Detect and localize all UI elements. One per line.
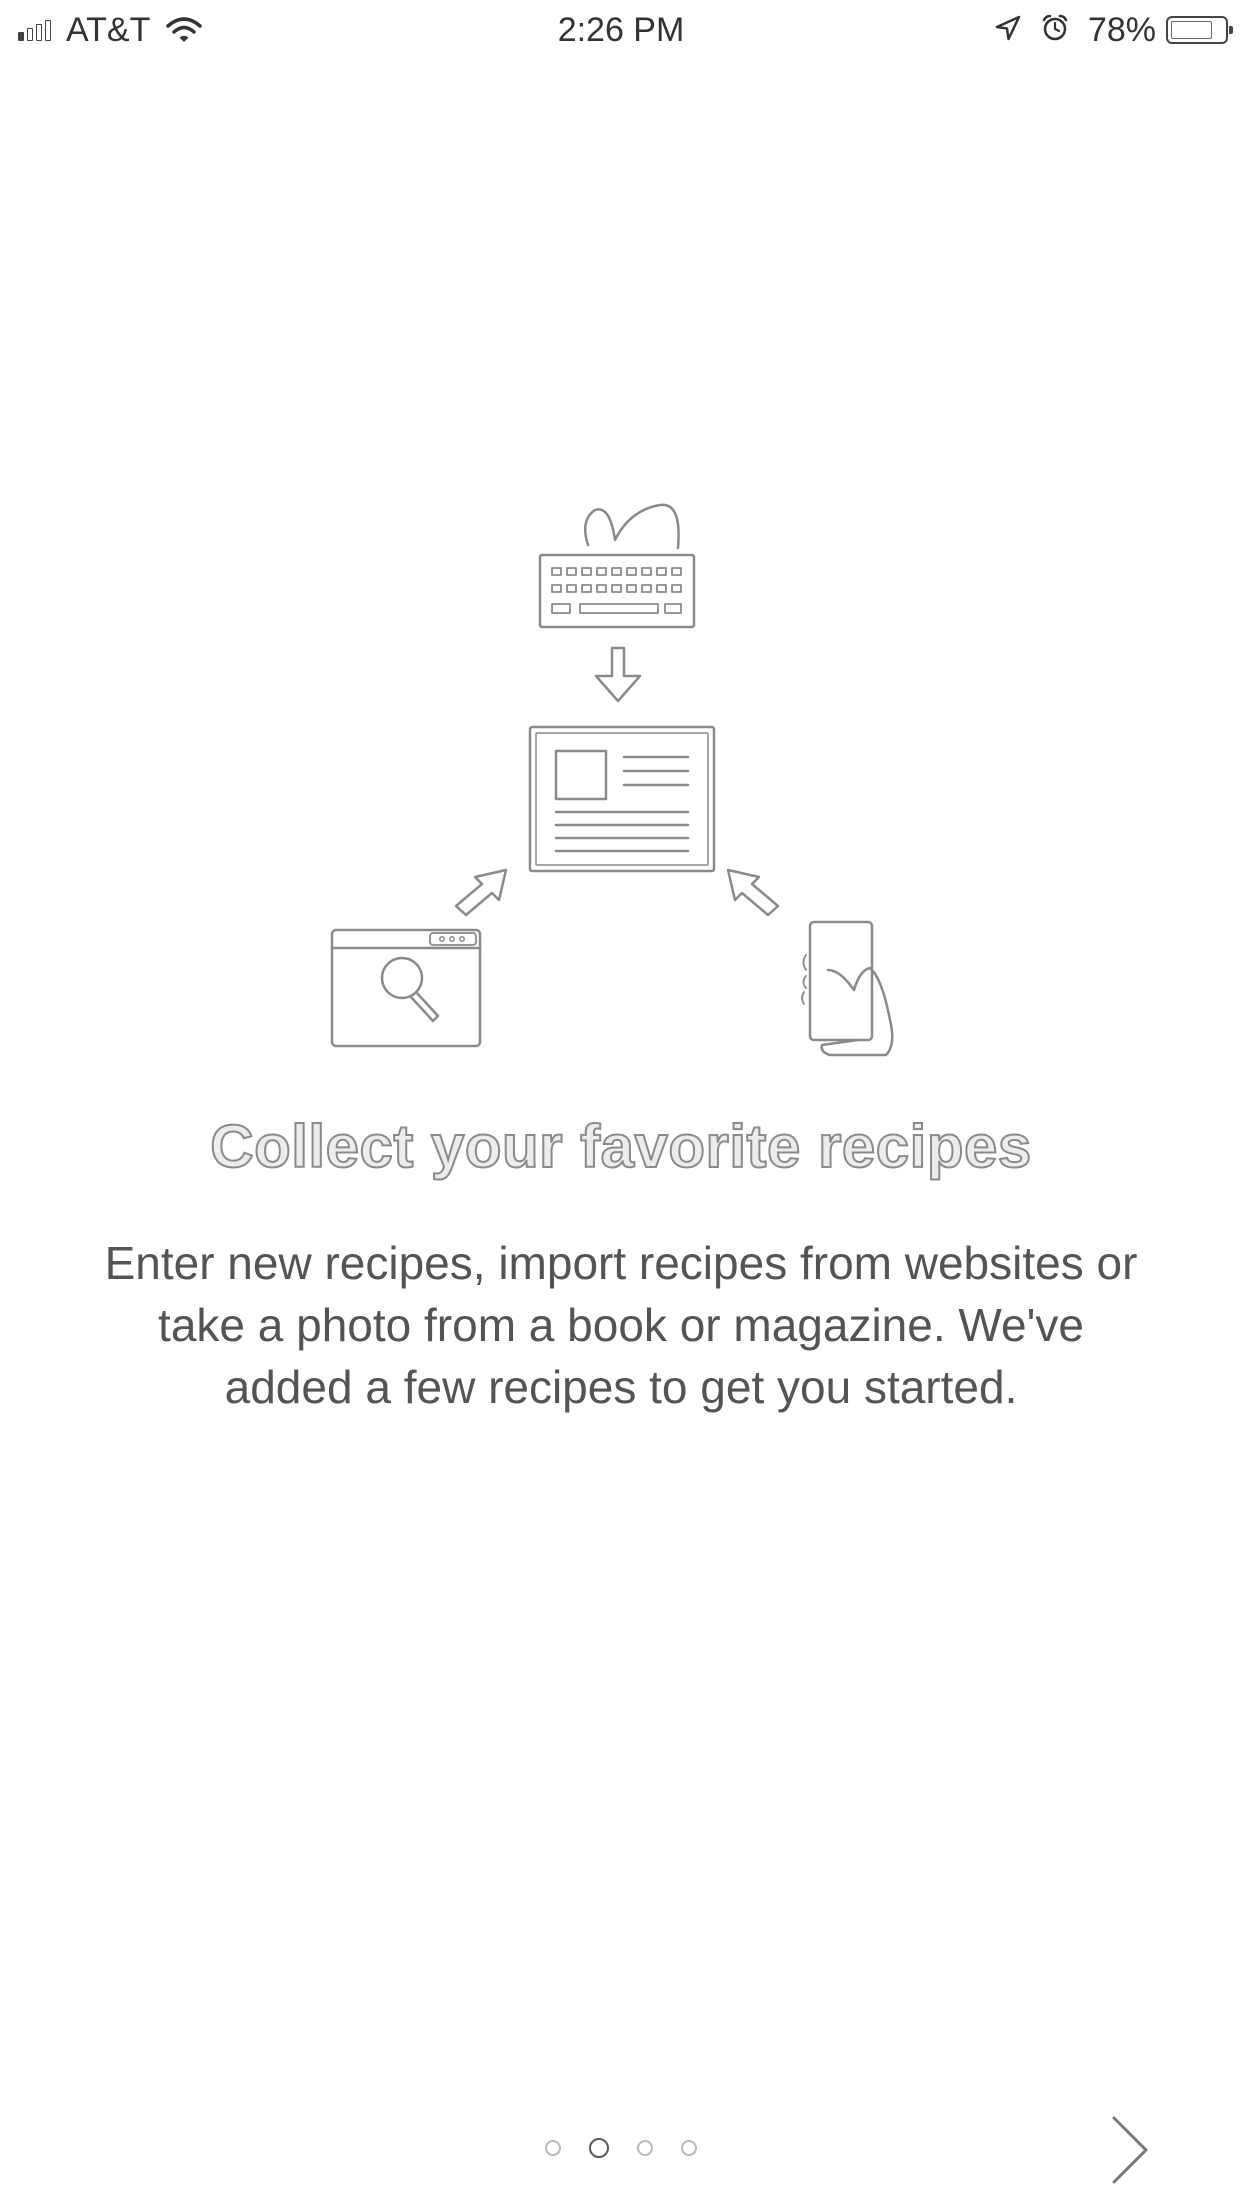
battery-level (1171, 21, 1212, 39)
status-right: 78% (994, 10, 1233, 50)
status-bar: AT&T 2:26 PM 78% (0, 0, 1242, 60)
page-dot-4[interactable] (681, 2140, 697, 2156)
arrow-up-right-icon (454, 868, 508, 917)
onboarding-illustration (310, 500, 930, 1070)
next-button[interactable] (1100, 2110, 1160, 2190)
battery-icon (1166, 16, 1233, 44)
chevron-right-icon (1112, 2116, 1148, 2184)
phone-in-hand-icon (801, 920, 894, 1057)
page-dot-1[interactable] (545, 2140, 561, 2156)
arrow-down-icon (594, 646, 642, 703)
onboarding-title: Collect your favorite recipes (209, 1112, 1032, 1181)
arrow-up-left-icon (726, 868, 780, 917)
battery-percent: 78% (1087, 10, 1156, 49)
browser-search-icon (330, 928, 482, 1048)
page-indicator[interactable] (0, 2138, 1242, 2158)
recipe-card-icon (528, 725, 716, 873)
location-arrow-icon (994, 14, 1022, 47)
alarm-icon (1040, 13, 1070, 48)
onboarding-description: Enter new recipes, import recipes from w… (104, 1237, 1138, 1413)
page-dot-3[interactable] (637, 2140, 653, 2156)
keyboard-icon (538, 503, 696, 629)
page-dot-2[interactable] (589, 2138, 609, 2158)
